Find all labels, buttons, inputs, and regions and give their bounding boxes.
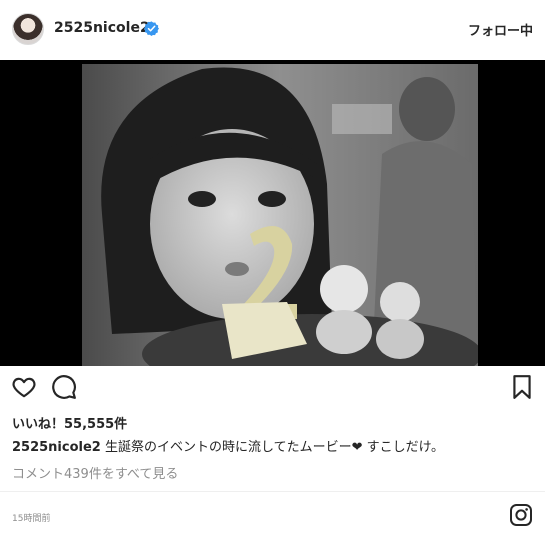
post-caption: 2525nicole2 生誕祭のイベントの時に流してたムービー❤︎ すこしだけ。 <box>12 436 444 455</box>
post-header: 2525nicole2 フォロー中 <box>0 0 545 60</box>
post-timestamp: 15時間前 <box>12 514 51 524</box>
caption-username[interactable]: 2525nicole2 <box>12 440 101 455</box>
following-button[interactable]: フォロー中 <box>468 20 533 39</box>
caption-text: 生誕祭のイベントの時に流してたムービー❤︎ すこしだけ。 <box>100 440 444 455</box>
post-media[interactable] <box>0 60 545 366</box>
view-all-comments-link[interactable]: コメント439件をすべて見る <box>12 463 178 482</box>
like-count[interactable]: いいね！55,555件 <box>12 413 127 432</box>
action-bar <box>0 372 545 404</box>
avatar[interactable] <box>12 13 44 45</box>
divider <box>0 491 545 492</box>
username-link[interactable]: 2525nicole2 <box>54 20 150 36</box>
instagram-logo-icon[interactable] <box>509 503 533 527</box>
verified-badge-icon <box>144 21 159 36</box>
bookmark-icon[interactable] <box>509 374 535 400</box>
instagram-embed-card: 2525nicole2 フォロー中 いいね！55,555件 2525nicole… <box>0 0 545 536</box>
video-frame-image <box>82 64 478 366</box>
comment-bubble-icon[interactable] <box>51 374 77 400</box>
heart-icon[interactable] <box>11 374 37 400</box>
